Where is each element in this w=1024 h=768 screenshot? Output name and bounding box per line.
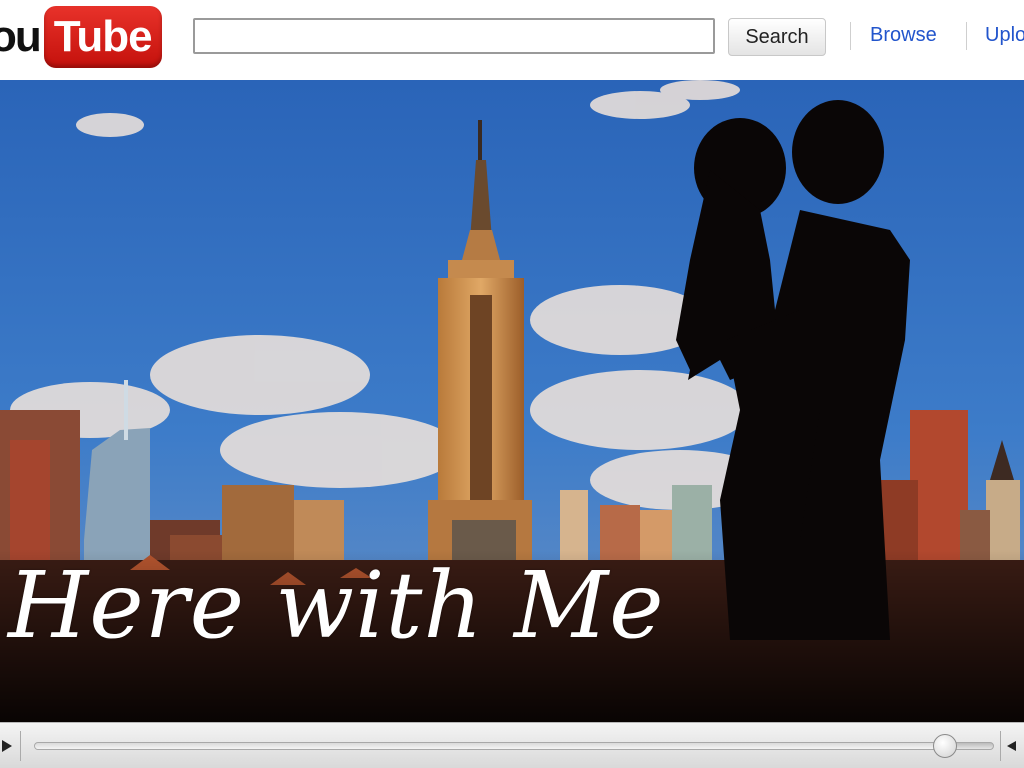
- nav-link-browse[interactable]: Browse: [870, 24, 937, 47]
- volume-icon[interactable]: [1000, 731, 1024, 761]
- logo-text-you: ou: [0, 12, 42, 61]
- nav-link-upload[interactable]: Uplo: [985, 24, 1024, 47]
- nav-separator: [850, 22, 851, 50]
- search-input[interactable]: [193, 18, 715, 54]
- seek-bar[interactable]: [34, 734, 994, 758]
- play-icon[interactable]: [0, 731, 21, 761]
- logo-text-tube: Tube: [43, 6, 162, 68]
- nav-separator: [966, 22, 967, 50]
- masthead: ou Tube Search Browse Uplo: [0, 0, 1024, 80]
- search-button[interactable]: Search: [728, 18, 826, 56]
- seek-progress: [35, 743, 946, 749]
- video-title-overlay: Here with Me: [8, 552, 665, 659]
- seek-handle[interactable]: [933, 734, 958, 758]
- video-player-screen[interactable]: Here with Me: [0, 80, 1024, 722]
- player-control-bar: [0, 722, 1024, 768]
- youtube-logo[interactable]: ou Tube: [0, 4, 162, 70]
